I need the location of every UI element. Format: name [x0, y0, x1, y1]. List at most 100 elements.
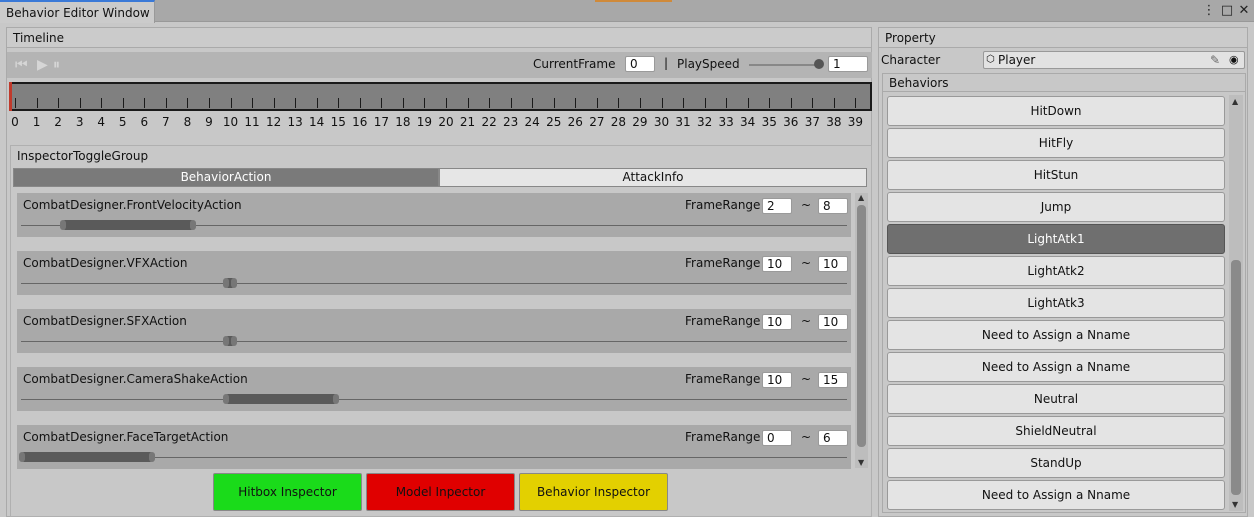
ruler-frame-label: 26 — [567, 115, 583, 129]
frame-range-start-input[interactable]: 0 — [762, 430, 792, 446]
close-icon[interactable]: ✕ — [1236, 3, 1252, 19]
kebab-menu-icon[interactable]: ⋮ — [1201, 3, 1217, 19]
playhead-marker[interactable] — [9, 82, 12, 111]
behavior-item[interactable]: HitFly — [887, 128, 1225, 158]
behavior-item[interactable]: LightAtk1 — [887, 224, 1225, 254]
object-picker-icon[interactable]: ◉ — [1229, 52, 1239, 68]
frame-range-start-input[interactable]: 10 — [762, 372, 792, 388]
ruler-frame-label: 20 — [438, 115, 454, 129]
frame-range-track — [21, 341, 847, 342]
first-frame-icon[interactable]: ⏮ — [15, 57, 28, 73]
behavior-item[interactable]: Need to Assign a Nname — [887, 352, 1225, 382]
frame-range-slider[interactable] — [223, 278, 237, 288]
ruler-frame-label: 21 — [459, 115, 476, 129]
pause-icon[interactable]: ⏸ — [53, 57, 60, 73]
behavior-item[interactable]: Jump — [887, 192, 1225, 222]
timeline-toolbar: ⏮ ▶ ⏸ CurrentFrame 0 | PlaySpeed 1 — [7, 52, 872, 78]
play-speed-slider-handle[interactable] — [814, 59, 824, 69]
ruler-frame-label: 17 — [373, 115, 389, 129]
model-inspector-button[interactable]: Model Inpector — [366, 473, 515, 511]
play-speed-slider-track[interactable] — [749, 64, 821, 66]
behaviors-scroll-thumb[interactable] — [1231, 260, 1241, 495]
frame-range-start-input[interactable]: 10 — [762, 314, 792, 330]
inspector-scroll-thumb[interactable] — [857, 205, 866, 447]
behavior-item[interactable]: Neutral — [887, 384, 1225, 414]
tab-behavior-action[interactable]: BehaviorAction — [13, 168, 439, 187]
action-row: CombatDesigner.FaceTargetAction FrameRan… — [17, 425, 851, 469]
behavior-inspector-button[interactable]: Behavior Inspector — [519, 473, 668, 511]
action-row: CombatDesigner.VFXAction FrameRange 10 ~… — [17, 251, 851, 295]
ruler-tick — [510, 98, 512, 108]
ruler-frame-label: 11 — [244, 115, 260, 129]
frame-range-label: FrameRange — [685, 372, 761, 386]
ruler-tick — [359, 98, 361, 108]
ruler-tick — [165, 98, 167, 108]
ruler-tick — [489, 98, 491, 108]
ruler-tick — [532, 98, 534, 108]
behavior-item[interactable]: LightAtk3 — [887, 288, 1225, 318]
ruler-frame-label: 4 — [97, 115, 106, 129]
ruler-frame-label: 25 — [546, 115, 562, 129]
behavior-item[interactable]: HitStun — [887, 160, 1225, 190]
action-row: CombatDesigner.FrontVelocityAction Frame… — [17, 193, 851, 237]
frame-range-end-input[interactable]: 10 — [818, 314, 848, 330]
character-field[interactable]: ⬡ Player ✎ ◉ — [983, 51, 1245, 69]
frame-range-end-input[interactable]: 8 — [818, 198, 848, 214]
frame-range-slider[interactable] — [223, 336, 237, 346]
frame-range-slider[interactable] — [223, 394, 339, 404]
prefab-icon: ⬡ — [986, 54, 995, 65]
ruler-frame-label: 8 — [183, 115, 192, 129]
frame-range-tilde: ~ — [801, 198, 812, 212]
ruler-tick — [769, 98, 771, 108]
behavior-item[interactable]: LightAtk2 — [887, 256, 1225, 286]
frame-range-slider[interactable] — [60, 220, 196, 230]
action-name: CombatDesigner.VFXAction — [23, 256, 188, 270]
ruler-tick — [639, 98, 641, 108]
ruler-tick — [855, 98, 857, 108]
tab-attack-info[interactable]: AttackInfo — [439, 168, 867, 187]
frame-range-tilde: ~ — [801, 256, 812, 270]
ruler-frame-label: 35 — [761, 115, 777, 129]
scroll-up-icon[interactable]: ▲ — [858, 193, 864, 202]
ruler-frame-label: 2 — [54, 115, 62, 129]
edit-icon[interactable]: ✎ — [1210, 52, 1220, 68]
ruler-frame-label: 18 — [395, 115, 411, 129]
ruler-frame-label: 9 — [205, 115, 213, 129]
ruler-tick — [553, 98, 555, 108]
behavior-item[interactable]: Need to Assign a Nname — [887, 320, 1225, 350]
ruler-frame-label: 5 — [118, 115, 127, 129]
play-speed-input[interactable]: 1 — [828, 56, 868, 72]
scroll-down-icon[interactable]: ▼ — [1232, 500, 1238, 509]
ruler-tick — [187, 98, 189, 108]
behavior-item[interactable]: StandUp — [887, 448, 1225, 478]
current-frame-input[interactable]: 0 — [625, 56, 655, 72]
window-title: Behavior Editor Window — [6, 6, 150, 20]
play-speed-label: PlaySpeed — [677, 57, 740, 71]
frame-range-start-input[interactable]: 2 — [762, 198, 792, 214]
ruler-tick — [381, 98, 383, 108]
behavior-item[interactable]: HitDown — [887, 96, 1225, 126]
frame-range-end-input[interactable]: 6 — [818, 430, 848, 446]
scroll-down-icon[interactable]: ▼ — [858, 458, 864, 467]
action-name: CombatDesigner.FrontVelocityAction — [23, 198, 242, 212]
frame-ruler[interactable] — [9, 82, 872, 111]
frame-range-end-input[interactable]: 10 — [818, 256, 848, 272]
frame-range-end-input[interactable]: 15 — [818, 372, 848, 388]
window-title-tab[interactable]: Behavior Editor Window — [0, 0, 155, 23]
ruler-frame-label: 22 — [481, 115, 497, 129]
ruler-tick — [252, 98, 254, 108]
behavior-item[interactable]: ShieldNeutral — [887, 416, 1225, 446]
play-icon[interactable]: ▶ — [37, 57, 48, 73]
ruler-frame-label: 37 — [804, 115, 820, 129]
ruler-tick — [79, 98, 81, 108]
scroll-up-icon[interactable]: ▲ — [1232, 97, 1238, 106]
character-value: Player — [998, 53, 1036, 67]
hitbox-inspector-button[interactable]: Hitbox Inspector — [213, 473, 362, 511]
frame-range-start-input[interactable]: 10 — [762, 256, 792, 272]
maximize-icon[interactable]: □ — [1219, 3, 1235, 19]
ruler-frame-label: 3 — [75, 115, 84, 129]
frame-range-slider[interactable] — [19, 452, 155, 462]
ruler-tick — [230, 98, 232, 108]
behavior-item[interactable]: Need to Assign a Nname — [887, 480, 1225, 510]
ruler-frame-label: 28 — [610, 115, 627, 129]
